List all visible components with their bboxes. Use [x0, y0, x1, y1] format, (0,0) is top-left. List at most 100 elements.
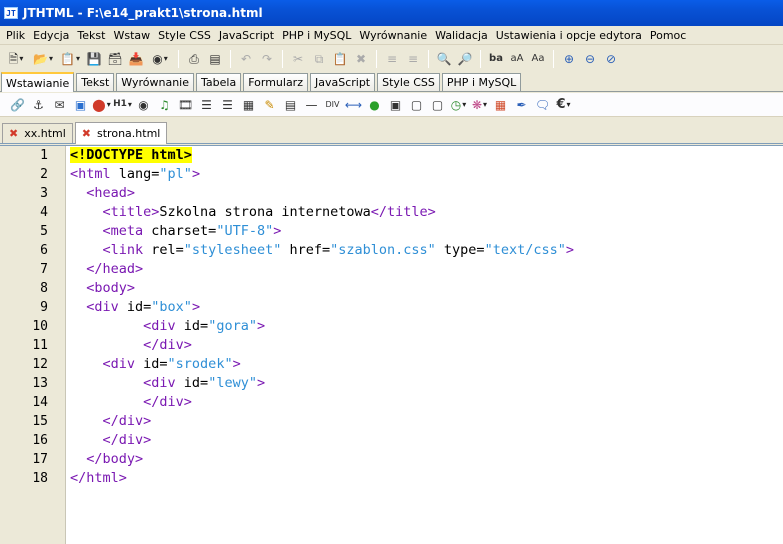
file-tab[interactable]: ✖ strona.html: [74, 122, 168, 144]
comment-icon[interactable]: 🗨: [533, 96, 552, 114]
code-line[interactable]: <head>: [70, 184, 783, 203]
close-icon[interactable]: ✖: [9, 127, 18, 140]
ribbon-tab[interactable]: Style CSS: [377, 73, 440, 91]
code-line[interactable]: <meta charset="UTF-8">: [70, 222, 783, 241]
copy-icon[interactable]: ⧉: [310, 50, 328, 68]
undo-icon[interactable]: ↶: [237, 50, 255, 68]
ribbon-tab[interactable]: PHP i MySQL: [441, 73, 522, 91]
new-file-icon[interactable]: 🗎: [4, 50, 28, 68]
redo-icon[interactable]: ↷: [258, 50, 276, 68]
code-line[interactable]: <link rel="stylesheet" href="szablon.css…: [70, 241, 783, 260]
font-smaller-icon[interactable]: Aa: [529, 50, 547, 68]
print-preview-icon[interactable]: ▤: [206, 50, 224, 68]
code-token: >: [273, 223, 282, 239]
music-icon[interactable]: ♫: [155, 96, 174, 114]
anchor-icon[interactable]: ⚓: [29, 96, 48, 114]
code-line[interactable]: </html>: [70, 469, 783, 488]
save-as-icon[interactable]: 📥: [127, 50, 145, 68]
preview-icon[interactable]: ◉: [148, 50, 172, 68]
clock-icon[interactable]: ◷: [449, 96, 468, 114]
save-all-icon[interactable]: 🗃: [106, 50, 124, 68]
layers-icon[interactable]: ▢: [407, 96, 426, 114]
ribbon-tab[interactable]: Wyrównanie: [116, 73, 195, 91]
menu-item[interactable]: Walidacja: [431, 29, 492, 42]
code-line[interactable]: <div id="lewy">: [70, 374, 783, 393]
table-icon[interactable]: ▦: [239, 96, 258, 114]
unordered-list-icon[interactable]: ☰: [218, 96, 237, 114]
indent-right-icon[interactable]: ≡: [404, 50, 422, 68]
form-icon[interactable]: ▤: [281, 96, 300, 114]
green-dot-icon[interactable]: ●: [365, 96, 384, 114]
code-line[interactable]: <div id="gora">: [70, 317, 783, 336]
app-icon[interactable]: JT: [4, 7, 18, 19]
palette-icon[interactable]: ❋: [470, 96, 489, 114]
div-icon[interactable]: DIV: [323, 96, 342, 114]
menu-item[interactable]: Pomoc: [646, 29, 690, 42]
hr-icon[interactable]: —: [302, 96, 321, 114]
code-line[interactable]: </div>: [70, 393, 783, 412]
print-icon[interactable]: ⎙: [185, 50, 203, 68]
euro-icon[interactable]: €: [554, 96, 573, 114]
file-tab[interactable]: ✖ xx.html: [2, 123, 73, 143]
ribbon-tab[interactable]: Tabela: [196, 73, 242, 91]
ordered-list-icon[interactable]: ☰: [197, 96, 216, 114]
font-larger-icon[interactable]: aA: [508, 50, 526, 68]
edit-icon[interactable]: ✎: [260, 96, 279, 114]
image-icon[interactable]: ▣: [71, 96, 90, 114]
paste-icon[interactable]: 📋: [331, 50, 349, 68]
find-icon[interactable]: 🔍: [435, 50, 453, 68]
ribbon-tab[interactable]: Wstawianie: [1, 72, 75, 92]
zoom-in-icon[interactable]: ⊕: [560, 50, 578, 68]
ribbon-tab[interactable]: Tekst: [76, 73, 115, 91]
grid-icon[interactable]: ▦: [491, 96, 510, 114]
code-line[interactable]: </head>: [70, 260, 783, 279]
zoom-reset-icon[interactable]: ⊘: [602, 50, 620, 68]
close-icon[interactable]: ✖: [82, 127, 91, 140]
file-tabs: ✖ xx.html ✖ strona.html: [0, 122, 783, 144]
circle-icon[interactable]: ◉: [134, 96, 153, 114]
code-line[interactable]: </div>: [70, 412, 783, 431]
menu-item[interactable]: Edycja: [29, 29, 73, 42]
film-icon[interactable]: 🎞: [176, 96, 195, 114]
frame-icon[interactable]: ▣: [386, 96, 405, 114]
menu-item[interactable]: Tekst: [73, 29, 109, 42]
email-icon[interactable]: ✉: [50, 96, 69, 114]
open-folder-icon[interactable]: 📂: [31, 50, 55, 68]
menu-item[interactable]: PHP i MySQL: [278, 29, 355, 42]
menu-item[interactable]: Ustawienia i opcje edytora: [492, 29, 646, 42]
code-line[interactable]: <div id="srodek">: [70, 355, 783, 374]
arrows-icon[interactable]: ⟷: [344, 96, 363, 114]
menu-item[interactable]: Plik: [2, 29, 29, 42]
menu-item[interactable]: Wyrównanie: [355, 29, 431, 42]
save-icon[interactable]: 💾: [85, 50, 103, 68]
heading-icon[interactable]: H1: [113, 96, 132, 114]
replace-icon[interactable]: 🔎: [456, 50, 474, 68]
cut-icon[interactable]: ✂: [289, 50, 307, 68]
text-case-icon[interactable]: ba: [487, 50, 505, 68]
color-icon[interactable]: ⬤: [92, 96, 111, 114]
code-line[interactable]: <div id="box">: [70, 298, 783, 317]
delete-icon[interactable]: ✖: [352, 50, 370, 68]
code-token: rel=: [143, 242, 184, 258]
code-line[interactable]: <html lang="pl">: [70, 165, 783, 184]
ribbon-tab[interactable]: JavaScript: [309, 73, 376, 91]
code-line[interactable]: <body>: [70, 279, 783, 298]
open-recent-icon[interactable]: 📋: [58, 50, 82, 68]
code-area[interactable]: <!DOCTYPE html> <html lang="pl"> <head> <…: [70, 146, 783, 488]
menu-item[interactable]: JavaScript: [215, 29, 278, 42]
ribbon-tab[interactable]: Formularz: [243, 73, 308, 91]
code-line[interactable]: <!DOCTYPE html>: [70, 146, 783, 165]
code-editor[interactable]: 1 2 3 4 5 6 7 8 9 10 11 12 13 14 15 16 17 18 <!DOCTYPE ht…: [0, 145, 783, 544]
link-icon[interactable]: 🔗: [8, 96, 27, 114]
code-line[interactable]: </div>: [70, 431, 783, 450]
code-token: <title>: [102, 204, 160, 220]
eyedropper-icon[interactable]: ✒: [512, 96, 531, 114]
code-line[interactable]: <title>Szkolna strona internetowa</title…: [70, 203, 783, 222]
window-icon[interactable]: ▢: [428, 96, 447, 114]
menu-item[interactable]: Wstaw: [109, 29, 154, 42]
indent-left-icon[interactable]: ≡: [383, 50, 401, 68]
zoom-out-icon[interactable]: ⊖: [581, 50, 599, 68]
code-line[interactable]: </body>: [70, 450, 783, 469]
code-line[interactable]: </div>: [70, 336, 783, 355]
menu-item[interactable]: Style CSS: [154, 29, 215, 42]
